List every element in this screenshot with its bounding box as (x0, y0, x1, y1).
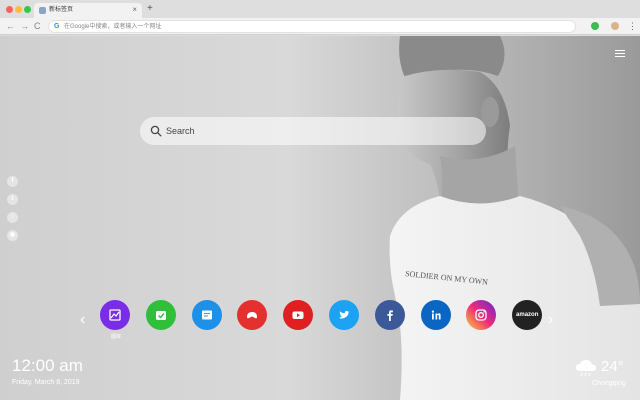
gamepad-icon (247, 312, 258, 319)
gallery-icon (109, 309, 121, 321)
app-note-button[interactable] (191, 300, 222, 330)
new-tab-button[interactable]: + (147, 3, 153, 15)
facebook-icon (387, 310, 393, 321)
twitter-share-icon[interactable]: t (7, 194, 18, 205)
next-apps-button[interactable]: › (548, 312, 553, 328)
extension-icon[interactable] (591, 22, 599, 30)
reload-button[interactable]: C (34, 20, 41, 32)
app-facebook-button[interactable] (374, 300, 405, 330)
weather-temperature: 24° (601, 358, 624, 375)
tiktok-share-icon[interactable]: ♪ (7, 212, 18, 223)
address-bar[interactable]: G 在Google中搜索，或者输入一个网址 (48, 20, 576, 33)
tab-favicon-icon (39, 7, 46, 14)
profile-avatar[interactable] (611, 22, 619, 30)
app-label-gallery: 图库 (110, 334, 121, 340)
minimize-window-button[interactable] (15, 6, 22, 13)
check-icon (155, 311, 166, 320)
clock-time: 12:00 am (12, 356, 83, 375)
app-check-button[interactable] (145, 300, 176, 330)
app-youtube-button[interactable] (283, 300, 314, 330)
google-icon: G (54, 23, 60, 30)
menu-icon[interactable] (615, 50, 625, 58)
new-tab-page: SOLDIER ON MY OWN Search f t ♪ ◉ ‹ › ama… (0, 36, 640, 400)
youtube-icon (292, 311, 304, 319)
background-photo: SOLDIER ON MY OWN (389, 36, 640, 400)
app-linkedin-button[interactable] (420, 300, 451, 330)
address-placeholder: 在Google中搜索，或者输入一个网址 (64, 24, 162, 30)
note-icon (201, 310, 212, 320)
back-button[interactable]: ← (6, 20, 15, 32)
tab-new-tab[interactable]: 新标签页 × (34, 3, 142, 18)
tab-close-button[interactable]: × (132, 4, 137, 16)
clock-date: Friday, March 8, 2019 (12, 379, 80, 386)
amazon-icon: amazon (516, 312, 539, 318)
search-placeholder: Search (166, 126, 195, 136)
close-window-button[interactable] (6, 6, 13, 13)
tab-title: 新标签页 (49, 7, 74, 13)
browser-menu-button[interactable]: ⋮ (628, 20, 637, 32)
tab-bar: 新标签页 × + (0, 0, 640, 18)
search-icon (150, 125, 162, 137)
prev-apps-button[interactable]: ‹ (80, 312, 85, 328)
weather-city: Chongqing (592, 380, 626, 387)
browser-toolbar: ← → C G 在Google中搜索，或者输入一个网址 ⋮ (0, 18, 640, 35)
app-gallery-button[interactable] (100, 300, 130, 330)
maximize-window-button[interactable] (24, 6, 31, 13)
cloud-rain-icon (576, 360, 596, 377)
facebook-share-icon[interactable]: f (7, 176, 18, 187)
linkedin-icon (431, 310, 441, 320)
instagram-icon (475, 309, 488, 321)
search-box[interactable]: Search (140, 117, 486, 145)
app-amazon-button[interactable]: amazon (512, 300, 543, 330)
twitter-icon (339, 310, 350, 319)
camera-share-icon[interactable]: ◉ (7, 230, 18, 241)
app-twitter-button[interactable] (329, 300, 359, 330)
forward-button[interactable]: → (20, 20, 29, 32)
